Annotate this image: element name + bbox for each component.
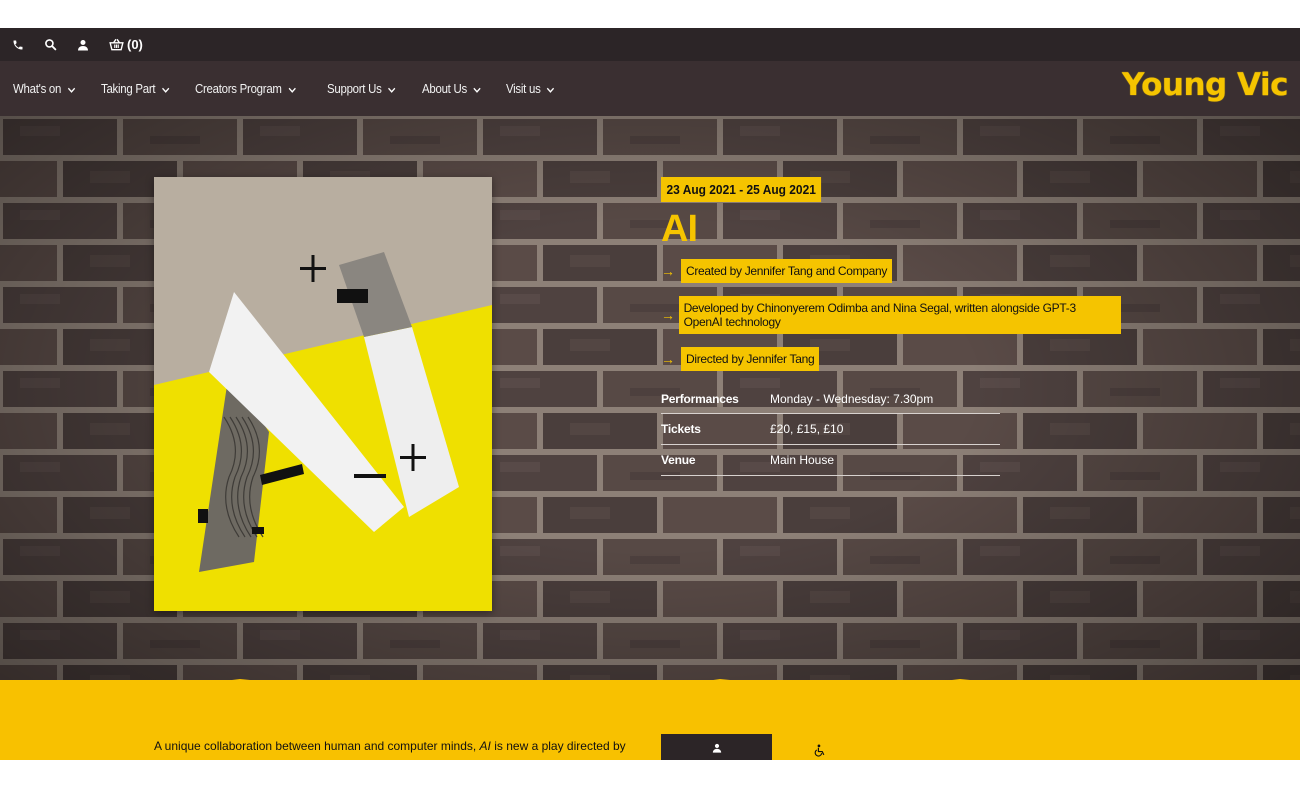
chevron-down-icon — [67, 81, 75, 96]
info-value: Main House — [770, 453, 835, 467]
nav-label: Support Us — [326, 81, 382, 96]
arrow-right-icon: → — [661, 263, 675, 279]
date-range-badge: 23 Aug 2021 - 25 Aug 2021 — [661, 177, 822, 202]
info-label: Venue — [661, 453, 696, 467]
nav-label: What's on — [13, 81, 62, 96]
search-icon — [44, 38, 57, 51]
basket-icon — [109, 38, 124, 51]
phone-button[interactable] — [12, 39, 24, 51]
chevron-down-icon — [473, 81, 481, 96]
nav-whats-on[interactable]: What's on — [13, 81, 75, 96]
poster-artwork — [154, 177, 492, 611]
info-label: Tickets — [661, 422, 701, 436]
user-icon — [712, 740, 722, 758]
basket-button[interactable]: (0) — [109, 37, 143, 52]
nav-support-us[interactable]: Support Us — [327, 81, 396, 96]
top-spacer — [0, 0, 1300, 28]
info-label: Performances — [661, 391, 739, 406]
info-row-venue: Venue Main House — [661, 445, 1000, 476]
nav-creators-program[interactable]: Creators Program — [195, 81, 296, 96]
bottom-spacer — [0, 760, 1300, 788]
hero-section: 23 Aug 2021 - 25 Aug 2021 AI → Created b… — [0, 116, 1300, 716]
chevron-down-icon — [547, 81, 555, 96]
credit-row: → Directed by Jennifer Tang — [661, 347, 1121, 371]
show-info-table: Performances Monday - Wednesday: 7.30pm … — [661, 384, 1000, 476]
info-value: £20, £15, £10 — [770, 422, 844, 436]
account-button[interactable] — [77, 39, 89, 51]
credit-row: → Developed by Chinonyerem Odimba and Ni… — [661, 296, 1121, 334]
credit-developed-by: Developed by Chinonyerem Odimba and Nina… — [678, 296, 1121, 334]
show-title: AI — [661, 208, 698, 250]
nav-about-us[interactable]: About Us — [422, 81, 481, 96]
site-logo[interactable]: Young Vic — [1122, 67, 1288, 103]
chevron-down-icon — [288, 81, 296, 96]
main-nav: What's on Taking Part Creators Program S… — [0, 61, 1300, 116]
info-value: Monday - Wednesday: 7.30pm — [770, 391, 934, 406]
show-details: 23 Aug 2021 - 25 Aug 2021 AI → Created b… — [661, 177, 1121, 476]
torn-edge-divider — [0, 679, 1300, 700]
arrow-right-icon: → — [661, 351, 675, 367]
nav-label: Visit us — [506, 81, 541, 96]
user-icon — [77, 39, 89, 51]
utility-bar: (0) — [0, 28, 1300, 61]
credit-created-by: Created by Jennifer Tang and Company — [681, 259, 893, 283]
search-button[interactable] — [44, 38, 57, 51]
info-row-tickets: Tickets £20, £15, £10 — [661, 414, 1000, 445]
nav-label: Creators Program — [195, 81, 283, 96]
info-row-performances: Performances Monday - Wednesday: 7.30pm — [661, 384, 1000, 414]
credit-directed-by: Directed by Jennifer Tang — [681, 347, 820, 371]
arrow-right-icon: → — [661, 307, 675, 323]
phone-icon — [12, 39, 24, 51]
intro-text-start: A unique collaboration between human and… — [154, 739, 480, 753]
credit-row: → Created by Jennifer Tang and Company — [661, 259, 1121, 283]
nav-taking-part[interactable]: Taking Part — [101, 81, 169, 96]
nav-visit-us[interactable]: Visit us — [506, 81, 555, 96]
chevron-down-icon — [388, 81, 396, 96]
intro-text-end: is new a play directed by — [490, 739, 626, 753]
chevron-down-icon — [161, 81, 169, 96]
cart-count: (0) — [127, 37, 143, 52]
nav-label: About Us — [422, 81, 467, 96]
intro-text: A unique collaboration between human and… — [154, 737, 634, 755]
show-poster[interactable] — [154, 177, 492, 611]
intro-text-italic: AI — [479, 739, 491, 753]
nav-label: Taking Part — [100, 81, 156, 96]
